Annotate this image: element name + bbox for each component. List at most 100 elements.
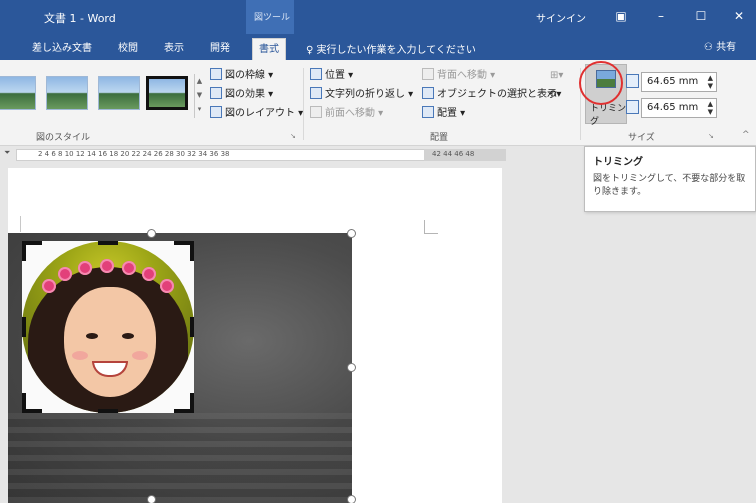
ribbon: ▲ ▼ ▾ 図の枠線 ▾ 図の効果 ▾ 図のレイアウト ▾ 図のスタイル ↘ 位置 … (0, 60, 756, 146)
send-backward-button[interactable]: 背面へ移動 ▾ (422, 68, 495, 84)
smile (92, 361, 128, 377)
picture-style-thumb-selected[interactable] (146, 76, 188, 110)
position-button[interactable]: 位置 ▾ (310, 68, 353, 84)
picture-border-label: 図の枠線 (225, 70, 265, 81)
crop-handle-right[interactable] (190, 317, 194, 337)
ruler-ticks: 2 4 6 8 10 12 14 16 18 20 22 24 26 28 30… (38, 150, 230, 158)
indent-marker-icon[interactable]: ⏷ (4, 148, 10, 158)
resize-handle-top[interactable] (147, 229, 156, 238)
tab-view[interactable]: 表示 (158, 38, 190, 60)
gallery-scroll[interactable]: ▲ ▼ ▾ (194, 74, 204, 118)
picture-style-thumb[interactable] (46, 76, 88, 110)
height-spinner[interactable]: ▲ ▼ (708, 74, 713, 90)
resize-handle-top-right[interactable] (347, 229, 356, 238)
face (64, 287, 156, 397)
flower-crown (142, 267, 156, 281)
flower-crown (78, 261, 92, 275)
picture-effects-button[interactable]: 図の効果 ▾ (210, 87, 273, 103)
eye (86, 333, 98, 339)
rotate-icon[interactable]: ⟲▾ (548, 87, 561, 103)
ribbon-display-icon[interactable]: ▣ (606, 6, 636, 26)
tab-review[interactable]: 校閲 (112, 38, 144, 60)
selection-pane-button[interactable]: オブジェクトの選択と表示 (422, 87, 557, 103)
share-label: 共有 (716, 42, 737, 53)
wrap-text-label: 文字列の折り返し (325, 89, 405, 100)
girl-portrait (22, 241, 194, 413)
resize-handle-right[interactable] (347, 363, 356, 372)
selected-picture[interactable] (8, 229, 356, 503)
flower-crown (160, 279, 174, 293)
group-label-arrange: 配置 (430, 133, 449, 143)
crop-handle-top-left[interactable] (22, 241, 42, 261)
maximize-icon[interactable]: ☐ (686, 6, 716, 26)
crop-tooltip: トリミング 図をトリミングして、不要な部分を取り除きます。 (584, 146, 756, 212)
height-value: 64.65 mm (647, 76, 699, 87)
border-icon (210, 68, 222, 80)
picture-layout-label: 図のレイアウト (225, 108, 295, 119)
crop-handle-bottom[interactable] (98, 409, 118, 413)
selection-pane-label: オブジェクトの選択と表示 (437, 89, 557, 100)
eye (122, 333, 134, 339)
margin-corner-mark (20, 216, 21, 232)
crop-handle-top-right[interactable] (174, 241, 194, 261)
align-icon (422, 106, 434, 118)
resize-handle-bottom[interactable] (147, 495, 156, 503)
bring-forward-label: 前面へ移動 (325, 108, 375, 119)
flower-crown (122, 261, 136, 275)
tell-me-box[interactable]: ♀ 実行したい作業を入力してください (306, 41, 476, 56)
collapse-ribbon-icon[interactable]: ^ (742, 130, 750, 140)
person-icon: ⚇ (703, 42, 713, 53)
dialog-launcher-icon[interactable]: ↘ (290, 132, 296, 140)
tab-format[interactable]: 書式 (252, 38, 286, 60)
ruler-ticks-right: 42 44 46 48 (432, 150, 475, 158)
tab-mailings[interactable]: 差し込み文書 (26, 38, 98, 60)
selection-pane-icon (422, 87, 434, 99)
dialog-launcher-icon[interactable]: ↘ (708, 132, 714, 140)
group-separator (303, 68, 304, 140)
crop-handle-top[interactable] (98, 241, 118, 245)
title-bar: 文書 1 - Word 図ツール サインイン ▣ – ☐ ✕ (0, 0, 756, 34)
height-icon (626, 74, 639, 88)
window-title: 文書 1 - Word (44, 12, 116, 25)
tooltip-description: 図をトリミングして、不要な部分を取り除きます。 (593, 174, 746, 197)
ribbon-tab-row: 差し込み文書 校閲 表示 開発 書式 ♀ 実行したい作業を入力してください ⚇ … (0, 34, 756, 60)
picture-style-thumb[interactable] (0, 76, 36, 110)
wrap-text-button[interactable]: 文字列の折り返し ▾ (310, 87, 413, 103)
send-backward-icon (422, 68, 434, 80)
crop-handle-bottom-right[interactable] (174, 393, 194, 413)
align-button[interactable]: 配置 ▾ (422, 106, 465, 122)
align-label: 配置 (437, 108, 457, 119)
tell-me-label: 実行したい作業を入力してください (316, 45, 476, 56)
crop-region[interactable] (22, 241, 194, 413)
flower-crown (58, 267, 72, 281)
minimize-icon[interactable]: – (646, 6, 676, 26)
crop-label: トリミング (590, 104, 627, 127)
tab-developer[interactable]: 開発 (204, 38, 236, 60)
flower-crown (100, 259, 114, 273)
group-label-picture-styles: 図のスタイル (36, 133, 91, 143)
crop-handle-left[interactable] (22, 317, 26, 337)
width-icon (626, 100, 639, 114)
picture-layout-button[interactable]: 図のレイアウト ▾ (210, 106, 303, 122)
signin-link[interactable]: サインイン (536, 10, 586, 25)
picture-border-button[interactable]: 図の枠線 ▾ (210, 68, 273, 84)
effects-icon (210, 87, 222, 99)
width-spinner[interactable]: ▲ ▼ (708, 100, 713, 116)
height-field[interactable]: 64.65 mm ▲ ▼ (641, 72, 717, 92)
tooltip-title: トリミング (593, 157, 643, 168)
picture-style-thumb[interactable] (98, 76, 140, 110)
resize-handle-bottom-right[interactable] (347, 495, 356, 503)
crop-handle-bottom-left[interactable] (22, 393, 42, 413)
layout-icon (210, 106, 222, 118)
flower-crown (42, 279, 56, 293)
close-icon[interactable]: ✕ (724, 6, 754, 26)
width-field[interactable]: 64.65 mm ▲ ▼ (641, 98, 717, 118)
cheek (72, 351, 88, 360)
photo-background (8, 413, 352, 503)
group-label-size: サイズ (628, 133, 655, 143)
horizontal-ruler[interactable]: ⏷ 2 4 6 8 10 12 14 16 18 20 22 24 26 28 … (0, 146, 580, 164)
share-button[interactable]: ⚇ 共有 (690, 38, 750, 58)
bring-forward-button[interactable]: 前面へ移動 ▾ (310, 106, 383, 122)
send-backward-label: 背面へ移動 (437, 70, 487, 81)
group-objects-icon[interactable]: ⊞▾ (550, 68, 563, 84)
